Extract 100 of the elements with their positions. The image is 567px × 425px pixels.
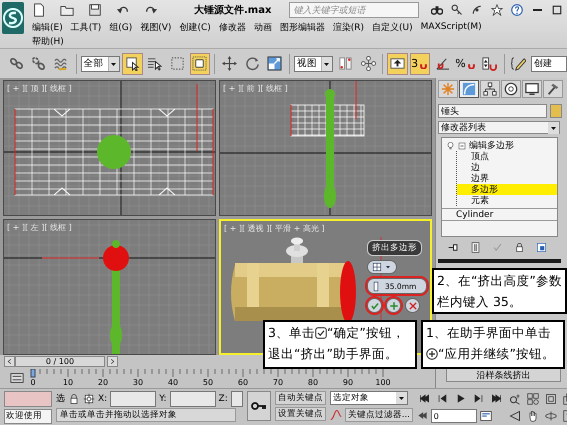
dropdown[interactable]: 全部 [80,56,120,72]
pencil-icon [511,56,526,71]
height-icon [371,280,381,292]
panel-tab[interactable] [480,80,500,98]
spinner-magnet-icon [482,56,497,71]
go-to-start-icon [418,393,430,404]
ok-button[interactable] [367,298,382,313]
viewport-label[interactable]: [ + ][ 透视 ][ 平滑 + 高光 ] [224,223,324,234]
set-key-mode-button[interactable]: 设置关键点 [274,407,326,421]
coordinate-field[interactable] [170,390,216,406]
dropdown[interactable]: 视图 [294,56,334,72]
orbit-button[interactable] [544,408,559,422]
search-field[interactable]: 键入关键字或短语 [289,2,420,18]
frame-number: 60 [238,378,248,387]
logo-icon [2,7,24,29]
link-icon [8,56,24,71]
menu-item[interactable]: 动画 [250,20,276,34]
maximize-icon [551,4,564,16]
viewport-label[interactable]: [ + ][ 前 ][ 线框 ] [223,83,288,94]
key-icon [451,4,464,16]
frame-number: 70 [272,378,284,387]
monitor-icon [525,82,539,96]
stack-item[interactable]: 编辑多边形 [469,139,514,152]
extrude-along-spline-button[interactable]: 沿样条线挤出 [446,368,561,382]
orbit-icon [545,410,558,422]
rotate-circle-icon [244,56,260,71]
frame-number: 10 [62,378,74,387]
field-of-view-button[interactable] [508,408,523,422]
check-icon [370,300,380,310]
auto-key-button[interactable]: 自动关键点 [274,391,326,405]
menu-item[interactable]: 图形编辑器 [276,20,329,34]
welcome-field[interactable]: 欢迎使用 [4,409,52,424]
stack-item[interactable]: Cylinder [442,208,557,221]
curve-editor-icon [330,408,342,420]
previous-button[interactable] [4,356,15,367]
menu-item[interactable]: 编辑(E) [28,20,67,34]
plus-icon [426,348,438,360]
set-key-button[interactable] [246,391,271,421]
cursor-square-icon [124,56,140,71]
go-to-end-icon [490,393,502,404]
zoom-extents-button[interactable] [544,392,559,406]
menu-item[interactable]: 自定义(U) [368,20,417,34]
viewport[interactable]: [ + ][ 前 ][ 线框 ] [219,80,432,216]
shortcut-button[interactable] [387,52,408,74]
sub-object-item[interactable]: 边界 [457,173,557,184]
app-logo[interactable] [2,2,24,34]
menu-item[interactable]: 修改器 [214,20,250,34]
modifier-list-dropdown[interactable]: 修改器列表 [438,121,560,134]
key-target-dropdown[interactable]: 选定对象 [330,391,408,405]
coordinate-field[interactable] [230,390,243,406]
save-icon [88,3,102,17]
menu-item[interactable]: MAXScript(M) [416,22,486,32]
menu-item[interactable]: 组(G) [105,20,136,34]
percent-snap-button[interactable]: % [454,52,477,74]
coordinate-label: Y: [159,394,167,404]
window-crossing-button[interactable] [190,52,210,74]
sub-object-item[interactable]: 顶点 [457,151,557,162]
configure-button[interactable] [534,240,549,254]
menu-item[interactable]: 渲染(R) [328,20,368,34]
select-button[interactable] [122,52,143,74]
binoculars-icon [431,4,444,16]
coordinate-field[interactable] [110,390,156,406]
frame-number: 80 [308,378,318,387]
right-caret-icon [109,358,116,365]
menu-item[interactable]: 工具(T) [66,20,106,34]
zoom-icon [509,392,522,404]
menu-item[interactable]: 视图(V) [136,20,176,34]
wave-icon [54,56,69,71]
frame-number: 40 [168,378,178,387]
menu-item[interactable]: 帮助(H) [28,34,68,48]
frame-field[interactable]: 0 [430,408,477,422]
collapse-icon[interactable] [458,142,466,150]
previous-frame-icon [436,393,448,404]
time-slider[interactable]: 0 / 100 [15,356,105,367]
panel-tab[interactable] [459,80,479,98]
light-bulb-icon [446,140,455,150]
padlock-icon [514,242,525,252]
pin-icon [448,242,459,252]
menu-item[interactable]: 创建(C) [175,20,215,34]
next-button[interactable] [107,356,118,367]
snap-button[interactable]: 3 [410,52,430,74]
key-filters-button[interactable]: 关键点过滤器... [344,408,413,422]
frame-marker[interactable] [30,369,36,378]
panel-tab[interactable] [501,80,521,98]
apply-button[interactable] [386,298,401,313]
sub-object-item[interactable]: 多边形 [457,184,557,195]
zoom-all-button[interactable] [526,392,541,406]
sub-object-item[interactable]: 元素 [457,195,557,206]
cancel-button[interactable] [405,298,420,313]
group-dropdown[interactable] [367,260,397,274]
zoom-all-icon [527,392,540,404]
frame-number: 30 [132,378,144,387]
frame-number: 90 [342,378,354,387]
panel-tab[interactable] [543,80,563,98]
dotted-square-icon [192,56,208,71]
selection-set-field[interactable]: 创建 [531,56,567,72]
object-name-field[interactable]: 锤头 [438,104,547,118]
sub-object-item[interactable]: 边 [457,162,557,173]
color-swatch[interactable] [550,104,562,118]
panel-tab[interactable] [522,80,542,98]
